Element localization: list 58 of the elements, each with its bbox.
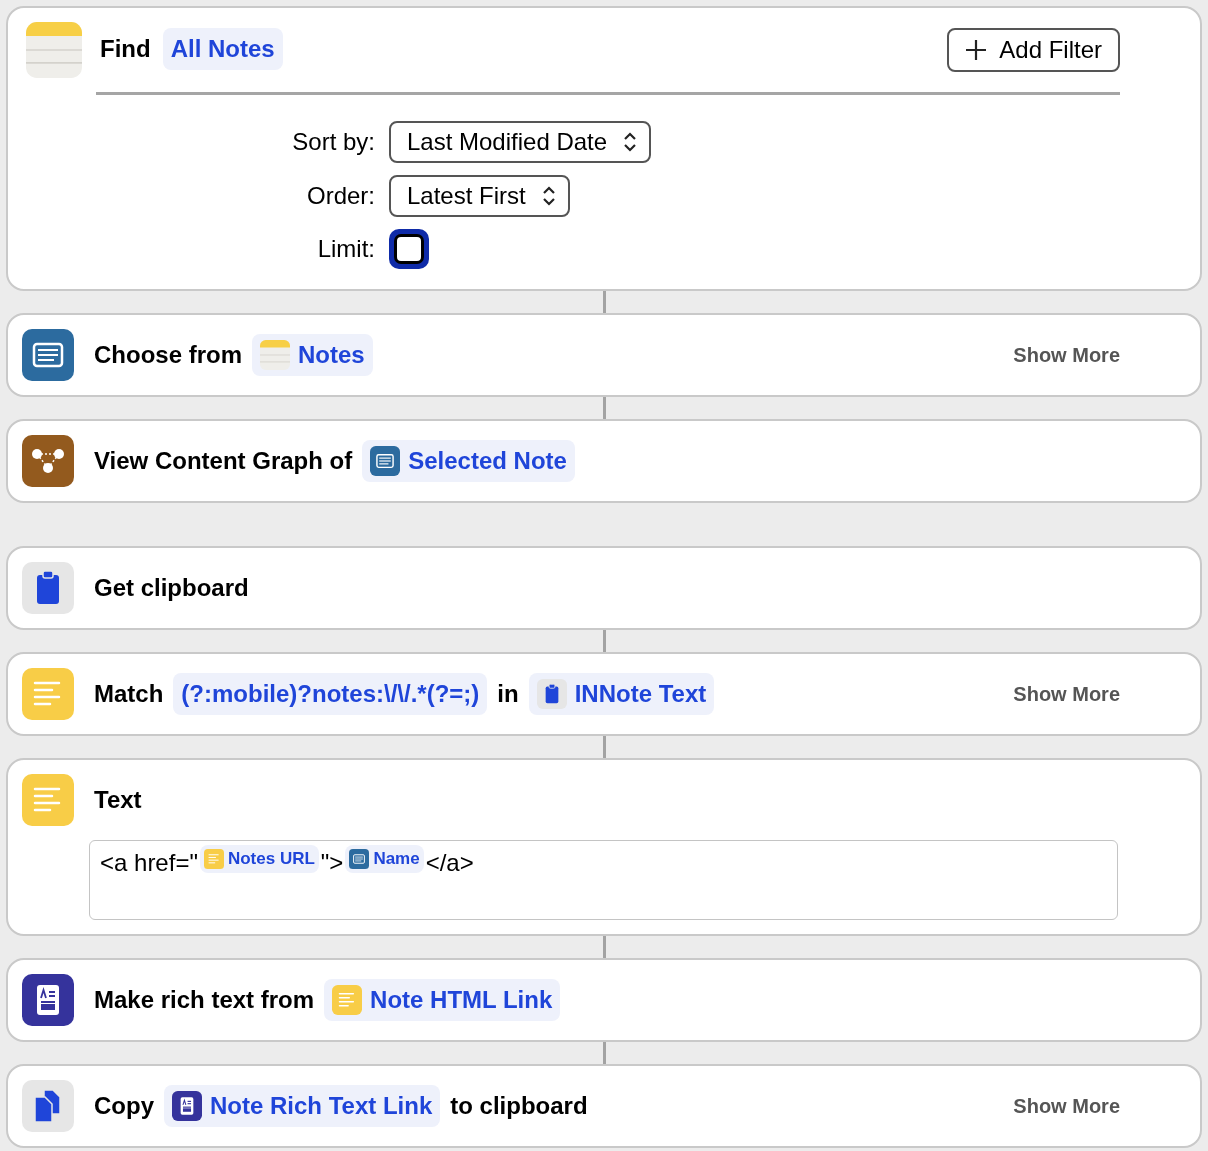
text-content: <a href=" [100, 848, 198, 878]
action-card[interactable]: Choose from Notes Show More [6, 313, 1202, 397]
action-text: Choose from [94, 340, 242, 370]
variable-token[interactable]: Note HTML Link [324, 979, 561, 1021]
action-card[interactable]: Find All Notes Add Filter Sort by: Last Modified Date Order: Latest First Limit: [6, 6, 1202, 291]
variable-token[interactable]: All Notes [162, 28, 283, 70]
clipboard-icon [536, 679, 567, 709]
action-text: Get clipboard [94, 573, 249, 603]
variable-token[interactable]: INNote Text [528, 673, 715, 715]
graph-nodes-icon [22, 435, 74, 487]
action-text: Match [94, 679, 164, 709]
text-content: </a> [425, 848, 474, 878]
field-label: Sort by: [291, 127, 376, 157]
text-lines-icon [22, 668, 74, 720]
list-window-icon [22, 329, 74, 381]
up-down-chevron-icon [623, 131, 638, 153]
action-text: View Content Graph of [94, 446, 353, 476]
add-filter-button[interactable]: Add Filter [947, 28, 1120, 72]
text-lines-icon [332, 985, 363, 1015]
text-content: "> [320, 848, 344, 878]
action-card[interactable]: Text <a href=" Notes URL "> Name </a> [6, 758, 1202, 936]
action-card[interactable]: Match (?:mobile)?notes:\/\/.*(?=;) in INNote Text Show More [6, 652, 1202, 736]
action-card[interactable]: View Content Graph of Selected Note [6, 419, 1202, 503]
show-more-link[interactable]: Show More [1013, 679, 1120, 709]
field-label: Limit: [316, 234, 376, 264]
clipboard-icon [22, 562, 74, 614]
show-more-link[interactable]: Show More [1013, 1091, 1120, 1121]
variable-token[interactable]: Selected Note [362, 440, 575, 482]
list-window-icon [370, 446, 401, 476]
action-text: Text [94, 785, 142, 815]
copy-documents-icon [22, 1080, 74, 1132]
variable-token[interactable]: Name [345, 845, 424, 873]
notepad-icon [260, 340, 290, 370]
action-verb: Find [100, 34, 151, 64]
show-more-link[interactable]: Show More [1013, 340, 1120, 370]
field-label: Order: [306, 181, 376, 211]
text-lines-icon [203, 848, 224, 869]
list-window-icon [349, 848, 370, 869]
select-menu[interactable]: Latest First [389, 175, 570, 217]
text-input-field[interactable]: <a href=" Notes URL "> Name </a> [89, 840, 1118, 920]
action-card[interactable]: Copy Note Rich Text Link to clipboard Show More [6, 1064, 1202, 1148]
variable-token[interactable]: Note Rich Text Link [164, 1085, 441, 1127]
action-text: Make rich text from [94, 985, 315, 1015]
variable-token[interactable]: (?:mobile)?notes:\/\/.*(?=;) [173, 673, 488, 715]
variable-token[interactable]: Notes [252, 334, 373, 376]
text-lines-icon [22, 774, 74, 826]
document-icon [22, 974, 74, 1026]
action-text: to clipboard [450, 1091, 588, 1121]
up-down-chevron-icon [541, 185, 556, 207]
action-card[interactable]: Make rich text from Note HTML Link [6, 958, 1202, 1042]
plus-icon [965, 39, 988, 61]
select-menu[interactable]: Last Modified Date [389, 121, 652, 163]
notepad-icon [26, 22, 82, 78]
action-card[interactable]: Get clipboard [6, 546, 1202, 630]
document-icon [172, 1091, 202, 1121]
variable-token[interactable]: Notes URL [199, 845, 319, 873]
action-text: Copy [94, 1091, 154, 1121]
action-text: in [497, 679, 519, 709]
